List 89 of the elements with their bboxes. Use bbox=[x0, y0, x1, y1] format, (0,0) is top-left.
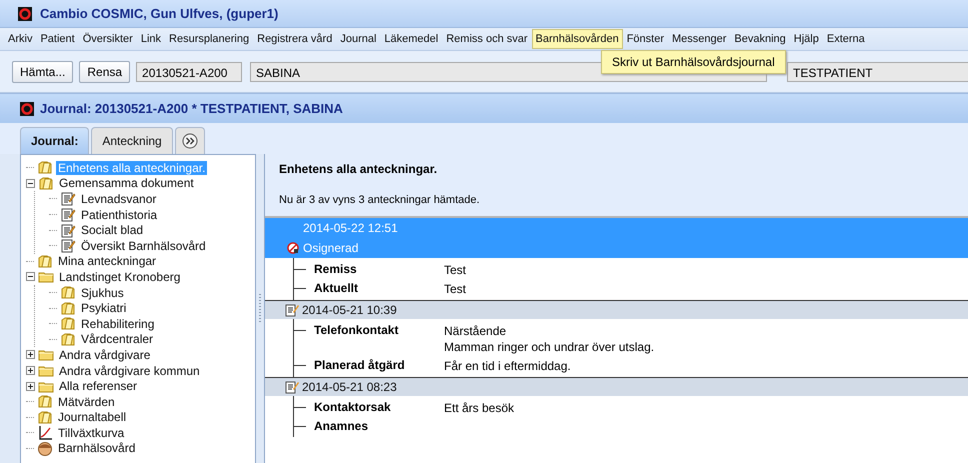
expand-icon[interactable] bbox=[26, 382, 35, 391]
entry-date: 2014-05-21 08:23 bbox=[302, 380, 397, 394]
edit-document-icon bbox=[60, 207, 76, 222]
expand-icon[interactable] bbox=[26, 350, 35, 360]
tree-item[interactable]: Alla referenser bbox=[57, 379, 140, 394]
field-label: Aktuellt bbox=[294, 281, 444, 295]
entry-date: 2014-05-21 10:39 bbox=[302, 303, 397, 317]
tree-item[interactable]: Andra vårdgivare bbox=[57, 348, 152, 362]
tree-item[interactable]: Rehabilitering bbox=[79, 316, 156, 331]
menu-item[interactable]: Journal bbox=[336, 29, 380, 49]
double-chevron-icon bbox=[182, 133, 198, 149]
entry-status: Osignerad bbox=[303, 241, 358, 255]
note-folder-icon bbox=[37, 160, 53, 176]
field-value: Test bbox=[444, 263, 466, 277]
field-value: Test bbox=[444, 282, 466, 296]
collapse-icon[interactable] bbox=[26, 178, 35, 188]
menu-item[interactable]: Översikter bbox=[78, 29, 137, 49]
tree-item[interactable]: Andra vårdgivare kommun bbox=[57, 364, 202, 378]
menu-item[interactable]: Link bbox=[136, 29, 166, 49]
tree-item[interactable]: Översikt Barnhälsovård bbox=[79, 238, 208, 253]
tree-item[interactable]: Sjukhus bbox=[79, 286, 126, 300]
field-value: Ett års besök bbox=[444, 401, 514, 415]
field-label: Remiss bbox=[294, 262, 444, 276]
tree-item[interactable]: Socialt blad bbox=[79, 223, 146, 238]
status-text: Nu är 3 av vyns 3 anteckningar hämtade. bbox=[279, 194, 481, 206]
menu-item[interactable]: Arkiv bbox=[4, 29, 36, 49]
toolbar-button[interactable]: Hämta... bbox=[12, 60, 74, 82]
edit-document-icon bbox=[60, 222, 76, 238]
tree-item[interactable]: Barnhälsovård bbox=[56, 441, 138, 456]
field-label: Anamnes bbox=[294, 419, 444, 433]
edit-document-icon bbox=[285, 303, 299, 317]
tree-item[interactable]: Levnadsvanor bbox=[79, 192, 158, 206]
field-label: Telefonkontakt bbox=[294, 323, 444, 337]
note-folder-icon bbox=[60, 332, 76, 347]
menu-item[interactable]: Barnhälsovården bbox=[532, 29, 623, 49]
menu-item[interactable]: Patient bbox=[36, 29, 79, 49]
field-value: Får en tid i eftermiddag. bbox=[444, 359, 571, 373]
entry-header[interactable]: 2014-05-21 10:39 bbox=[265, 300, 968, 319]
field-value: Mamman ringer och undrar över utslag. bbox=[444, 340, 654, 354]
note-folder-icon bbox=[37, 410, 53, 425]
unsigned-icon bbox=[287, 242, 299, 254]
field-value: Närstående bbox=[444, 324, 508, 338]
tree-item[interactable]: Psykiatri bbox=[79, 301, 128, 316]
panel-title: Enhetens alla anteckningar. bbox=[279, 162, 438, 176]
tree-item[interactable]: Vårdcentraler bbox=[79, 332, 156, 346]
edit-document-icon bbox=[285, 380, 299, 394]
tree-item[interactable]: Gemensamma dokument bbox=[57, 176, 196, 190]
tree-item[interactable]: Landstinget Kronoberg bbox=[57, 270, 182, 284]
tree-item[interactable]: Mina anteckningar bbox=[56, 254, 158, 268]
menu-item[interactable]: Bevakning bbox=[730, 29, 790, 49]
note-folder-icon bbox=[37, 254, 53, 269]
note-folder-icon bbox=[60, 285, 76, 300]
edit-document-icon bbox=[60, 238, 76, 254]
menu-item[interactable]: Messenger bbox=[668, 29, 730, 49]
toolbar-button[interactable]: Rensa bbox=[79, 60, 130, 82]
menu-item[interactable]: Resursplanering bbox=[165, 29, 254, 49]
edit-document-icon bbox=[60, 191, 76, 206]
collapse-icon[interactable] bbox=[26, 272, 35, 282]
text-field[interactable]: TESTPATIENT bbox=[787, 62, 968, 82]
growth-chart-icon bbox=[37, 425, 53, 440]
menu-item[interactable]: Läkemedel bbox=[380, 29, 442, 49]
menu-item[interactable]: Remiss och svar bbox=[442, 29, 532, 49]
field-label: Kontaktorsak bbox=[294, 400, 444, 414]
entry-header[interactable]: 2014-05-21 08:23 bbox=[265, 377, 968, 396]
logo-icon bbox=[18, 6, 32, 20]
tree-item[interactable]: Mätvärden bbox=[56, 394, 117, 409]
splitter-handle[interactable] bbox=[259, 294, 261, 324]
tab[interactable]: Journal: bbox=[20, 127, 90, 154]
field-label: Planerad åtgärd bbox=[294, 358, 444, 372]
menu-item[interactable]: Fönster bbox=[622, 29, 668, 49]
more-tabs-button[interactable] bbox=[174, 127, 205, 154]
menu-item[interactable]: Externa bbox=[822, 29, 869, 49]
tree-item[interactable]: Patienthistoria bbox=[79, 208, 160, 222]
tree-item[interactable]: Tillväxtkurva bbox=[56, 426, 126, 440]
tree-item[interactable]: Journaltabell bbox=[56, 410, 128, 424]
tab[interactable]: Anteckning bbox=[91, 127, 173, 154]
text-field[interactable]: 20130521-A200 bbox=[136, 62, 242, 82]
logo-icon bbox=[20, 102, 34, 116]
avatar-icon bbox=[37, 440, 53, 456]
note-folder-icon bbox=[60, 316, 76, 332]
note-folder-icon bbox=[60, 300, 76, 316]
menu-item[interactable]: Registrera vård bbox=[253, 29, 336, 49]
window-title: Cambio COSMIC, Gun Ulfves, (guper1) bbox=[40, 6, 278, 21]
journal-title: Journal: 20130521-A200 * TESTPATIENT, SABINA bbox=[40, 101, 343, 116]
menu-item[interactable]: Hjälp bbox=[790, 29, 823, 49]
note-folder-icon bbox=[37, 394, 53, 410]
note-folder-icon bbox=[38, 176, 54, 191]
entry-date: 2014-05-22 12:51 bbox=[303, 221, 398, 235]
expand-icon[interactable] bbox=[26, 366, 35, 376]
